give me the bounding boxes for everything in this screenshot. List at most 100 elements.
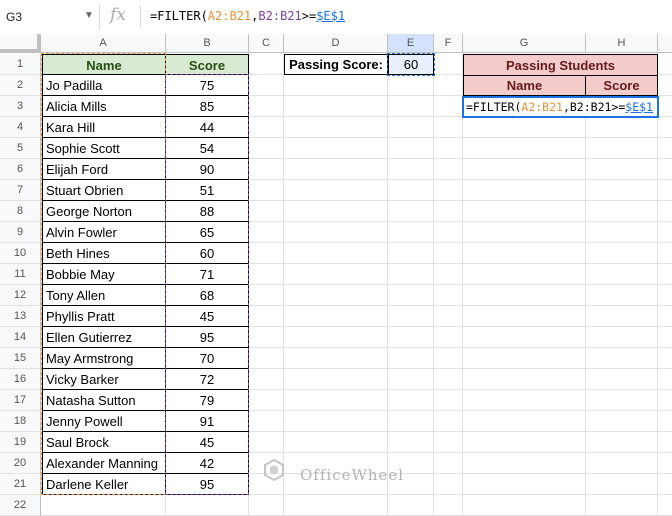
table-cell-score[interactable]: 90 [166, 159, 248, 180]
table-cell-name[interactable]: Stuart Obrien [42, 180, 165, 201]
table-cell-name[interactable]: Alvin Fowler [42, 222, 165, 243]
table-cell-score[interactable]: 85 [166, 96, 248, 117]
output-header-score[interactable]: Score [585, 75, 658, 96]
row-header-1[interactable]: 1 [0, 54, 41, 75]
table-cell-name[interactable]: May Armstrong [42, 348, 165, 369]
row-header-11[interactable]: 11 [0, 264, 41, 285]
table-cell-name[interactable]: Phyllis Pratt [42, 306, 165, 327]
column-header-f[interactable]: F [434, 34, 463, 53]
formula-range-a: A2:B21 [207, 9, 252, 23]
output-title[interactable]: Passing Students [463, 54, 658, 76]
row-header-10[interactable]: 10 [0, 243, 41, 264]
table-cell-score[interactable]: 60 [166, 243, 248, 264]
table-cell-name[interactable]: Ellen Gutierrez [42, 327, 165, 348]
row-header-22[interactable]: 22 [0, 495, 41, 516]
name-box-ref: G3 [6, 10, 23, 24]
formula-ref-e1: $E$1 [316, 9, 346, 23]
active-cell-editor[interactable]: =FILTER(A2:B21,B2:B21>=$E$1 [462, 96, 659, 118]
table-cell-score[interactable]: 68 [166, 285, 248, 306]
name-box[interactable]: G3 ▼ [0, 4, 100, 30]
formula-part: =FILTER( [150, 9, 208, 23]
table-cell-name[interactable]: Elijah Ford [42, 159, 165, 180]
table-cell-score[interactable]: 54 [166, 138, 248, 159]
table-cell-name[interactable]: Kara Hill [42, 117, 165, 138]
formula-part: , [562, 100, 570, 114]
watermark-text: OfficeWheel [300, 466, 405, 484]
column-header-next[interactable] [658, 34, 672, 53]
table-cell-score[interactable]: 71 [166, 264, 248, 285]
table-cell-score[interactable]: 72 [166, 369, 248, 390]
table-cell-name[interactable]: Alicia Mills [42, 96, 165, 117]
passing-score-label[interactable]: Passing Score: [284, 54, 388, 75]
column-header-a[interactable]: A [41, 34, 166, 53]
table-cell-score[interactable]: 42 [166, 453, 248, 474]
table-cell-score[interactable]: 91 [166, 411, 248, 432]
table-cell-name[interactable]: Alexander Manning [42, 453, 165, 474]
row-header-8[interactable]: 8 [0, 201, 41, 222]
table-cell-name[interactable]: Jo Padilla [42, 75, 165, 96]
row-header-4[interactable]: 4 [0, 117, 41, 138]
table-header-score[interactable]: Score [165, 54, 249, 75]
table-cell-score[interactable]: 45 [166, 306, 248, 327]
column-header-b[interactable]: B [166, 34, 249, 53]
table-cell-score[interactable]: 88 [166, 201, 248, 222]
row-header-13[interactable]: 13 [0, 306, 41, 327]
table-cell-score[interactable]: 79 [166, 390, 248, 411]
table-cell-score[interactable]: 51 [166, 180, 248, 201]
formula-part: =FILTER( [466, 100, 522, 114]
row-header-3[interactable]: 3 [0, 96, 41, 117]
row-header-2[interactable]: 2 [0, 75, 41, 96]
table-cell-score[interactable]: 75 [166, 75, 248, 96]
table-cell-name[interactable]: Bobbie May [42, 264, 165, 285]
table-cell-name[interactable]: Sophie Scott [42, 138, 165, 159]
table-cell-name[interactable]: Beth Hines [42, 243, 165, 264]
column-header-d[interactable]: D [284, 34, 388, 53]
column-header-h[interactable]: H [586, 34, 658, 53]
row-header-15[interactable]: 15 [0, 348, 41, 369]
row-header-19[interactable]: 19 [0, 432, 41, 453]
column-header-c[interactable]: C [249, 34, 284, 53]
output-header-name[interactable]: Name [463, 75, 586, 96]
formula-range-b: B2:B21 [569, 100, 612, 114]
table-row-border [42, 494, 249, 495]
range-highlight-e1 [387, 53, 435, 76]
table-cell-name[interactable]: Jenny Powell [42, 411, 165, 432]
row-header-17[interactable]: 17 [0, 390, 41, 411]
table-cell-name[interactable]: Darlene Keller [42, 474, 165, 495]
row-header-5[interactable]: 5 [0, 138, 41, 159]
table-cell-name[interactable]: Vicky Barker [42, 369, 165, 390]
row-header-14[interactable]: 14 [0, 327, 41, 348]
row-header-6[interactable]: 6 [0, 159, 41, 180]
formula-input[interactable]: =FILTER(A2:B21,B2:B21>=$E$1 [150, 9, 345, 23]
row-header-16[interactable]: 16 [0, 369, 41, 390]
row-header-9[interactable]: 9 [0, 222, 41, 243]
formula-part: >= [611, 100, 626, 114]
formula-range-b: B2:B21 [258, 9, 302, 23]
row-header-12[interactable]: 12 [0, 285, 41, 306]
formula-range-a: A2:B21 [521, 100, 563, 114]
table-cell-score[interactable]: 45 [166, 432, 248, 453]
table-cell-score[interactable]: 95 [166, 474, 248, 495]
table-cell-score[interactable]: 70 [166, 348, 248, 369]
table-cell-score[interactable]: 95 [166, 327, 248, 348]
formula-bar: G3 ▼ fx =FILTER(A2:B21,B2:B21>=$E$1 [0, 0, 672, 35]
row-header-7[interactable]: 7 [0, 180, 41, 201]
column-header-g[interactable]: G [463, 34, 586, 53]
formula-bar-divider [140, 6, 141, 28]
table-cell-score[interactable]: 65 [166, 222, 248, 243]
row-header-18[interactable]: 18 [0, 411, 41, 432]
formula-part: >= [301, 9, 317, 23]
column-header-e[interactable]: E [388, 34, 434, 53]
formula-ref-e1: $E$1 [625, 100, 653, 114]
table-cell-score[interactable]: 44 [166, 117, 248, 138]
table-cell-name[interactable]: George Norton [42, 201, 165, 222]
table-cell-name[interactable]: Natasha Sutton [42, 390, 165, 411]
row-header-20[interactable]: 20 [0, 453, 41, 474]
select-all-corner[interactable] [0, 34, 41, 53]
table-header-name[interactable]: Name [42, 54, 166, 75]
table-cell-name[interactable]: Tony Allen [42, 285, 165, 306]
table-cell-name[interactable]: Saul Brock [42, 432, 165, 453]
officewheel-logo-icon [264, 458, 284, 482]
row-header-21[interactable]: 21 [0, 474, 41, 495]
chevron-down-icon[interactable]: ▼ [84, 10, 94, 21]
